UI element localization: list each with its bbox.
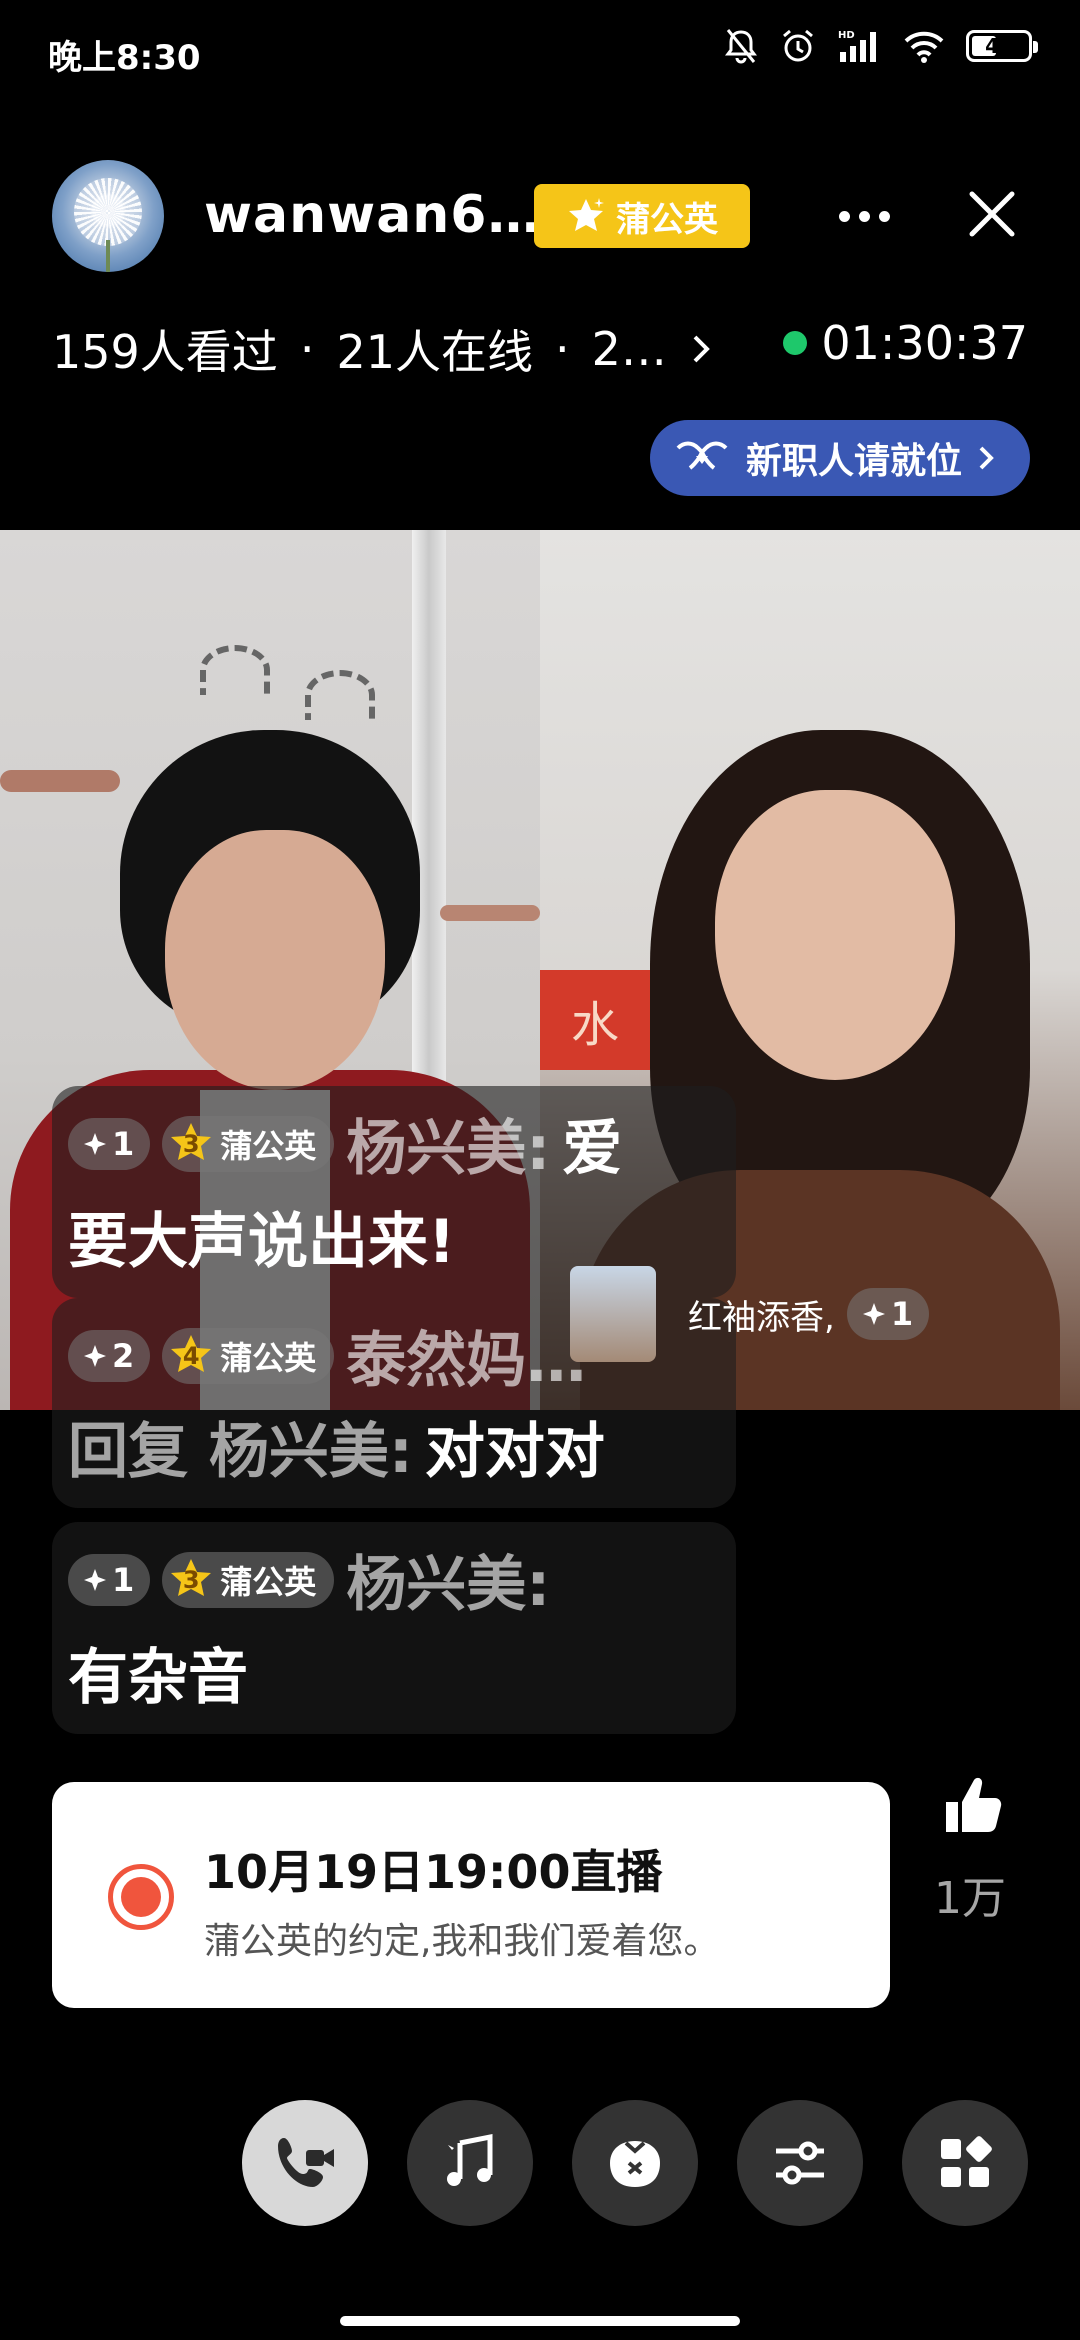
- plus-badge: 1: [68, 1117, 151, 1170]
- viewer-name: 红袖添香,: [688, 1297, 835, 1338]
- chat-username[interactable]: 泰然妈…: [346, 1312, 586, 1399]
- separator-dot: ·: [554, 322, 570, 376]
- chat-text: 爱: [562, 1114, 623, 1184]
- fan-level-badge: 3 蒲公英: [162, 1551, 335, 1608]
- sparkle-icon: [84, 1132, 106, 1155]
- gift-bag-button[interactable]: [572, 2100, 698, 2226]
- live-timer: 01:30:37: [783, 316, 1028, 370]
- alarm-icon: [783, 29, 813, 62]
- live-indicator-dot: [783, 331, 808, 355]
- gift-bag-icon: [610, 2141, 660, 2187]
- chat-username[interactable]: 杨兴美:: [346, 1536, 550, 1623]
- wall-sign: 水: [540, 970, 650, 1070]
- chevron-right-icon: [979, 446, 994, 470]
- wall-decoration: [305, 670, 375, 720]
- viewer-join-chip[interactable]: 红袖添香, 1: [570, 1266, 930, 1362]
- apps-grid-icon: [941, 2136, 992, 2187]
- mute-bell-icon: [725, 29, 757, 64]
- streamer-avatar[interactable]: [52, 160, 164, 272]
- hd-signal-icon: HD: [838, 30, 876, 62]
- svg-text:HD: HD: [838, 30, 855, 41]
- wall-decoration: [200, 645, 270, 695]
- separator-dot: ·: [299, 322, 315, 376]
- stats-extra: 2…: [591, 322, 667, 376]
- wall-hook: [440, 905, 540, 921]
- status-time: 晚上8:30: [48, 38, 201, 78]
- sparkle-icon: [862, 1303, 885, 1325]
- battery-icon: 41: [966, 30, 1038, 62]
- fan-group-badge-label: 蒲公英: [616, 199, 718, 240]
- settings-sliders-icon: [776, 2141, 824, 2185]
- star-sparkle-icon: [569, 198, 604, 231]
- job-recruit-pill[interactable]: 新职人请就位: [650, 420, 1030, 496]
- online-count: 21人在线: [336, 325, 533, 379]
- handshake-heart-icon: [676, 441, 728, 470]
- status-icons: HD 41: [724, 28, 1038, 64]
- music-button[interactable]: [407, 2100, 533, 2226]
- battery-level: 41: [985, 34, 1013, 58]
- record-icon: [108, 1864, 174, 1930]
- star-level-icon: 3: [168, 1121, 214, 1167]
- wall-hook: [0, 770, 120, 792]
- chat-text: 有杂音: [68, 1643, 248, 1713]
- host-face: [165, 830, 385, 1090]
- settings-button[interactable]: [737, 2100, 863, 2226]
- sparkle-icon: [84, 1344, 106, 1367]
- music-icon: [447, 2133, 493, 2186]
- plus-badge: 1: [68, 1553, 151, 1606]
- wifi-icon: [904, 31, 944, 63]
- viewer-thumbnail: [570, 1266, 656, 1362]
- home-indicator[interactable]: [340, 2316, 740, 2326]
- more-options-button[interactable]: [832, 196, 896, 236]
- viewed-count: 159人看过: [52, 325, 278, 379]
- chat-username[interactable]: 杨兴美:: [346, 1100, 550, 1187]
- schedule-subtitle: 蒲公英的约定,我和我们爱着您。: [204, 1921, 720, 1962]
- job-pill-label: 新职人请就位: [746, 441, 963, 482]
- live-duration: 01:30:37: [821, 316, 1028, 370]
- fan-level-badge: 4 蒲公英: [162, 1327, 335, 1384]
- audience-stats[interactable]: 159人看过 · 21人在线 · 2…: [52, 316, 713, 382]
- chevron-right-icon: [693, 335, 710, 363]
- plus-badge: 2: [68, 1329, 151, 1382]
- like-count: 1万: [934, 1873, 1006, 1924]
- apps-button[interactable]: [902, 2100, 1028, 2226]
- reply-prefix: 回复 杨兴美:: [68, 1417, 413, 1487]
- fan-level-badge: 3 蒲公英: [162, 1115, 335, 1172]
- video-call-icon: [278, 2138, 334, 2187]
- star-level-icon: 4: [168, 1333, 214, 1379]
- sparkle-icon: [84, 1568, 106, 1591]
- chat-text: 对对对: [424, 1417, 605, 1487]
- fan-group-badge[interactable]: 蒲公英: [534, 184, 750, 248]
- close-icon[interactable]: [964, 186, 1020, 242]
- thumbs-up-icon[interactable]: [938, 1770, 1008, 1840]
- schedule-card[interactable]: 10月19日19:00直播 蒲公英的约定,我和我们爱着您。: [52, 1782, 890, 2008]
- video-call-button[interactable]: [242, 2100, 368, 2226]
- streamer-username[interactable]: wanwan6…: [204, 185, 540, 245]
- guest-face: [715, 790, 955, 1080]
- chat-message[interactable]: 1 3 蒲公英 杨兴美: 有杂音: [52, 1522, 736, 1734]
- schedule-title: 10月19日19:00直播: [204, 1845, 663, 1899]
- plus-badge: 1: [846, 1288, 930, 1340]
- star-level-icon: 3: [168, 1557, 214, 1603]
